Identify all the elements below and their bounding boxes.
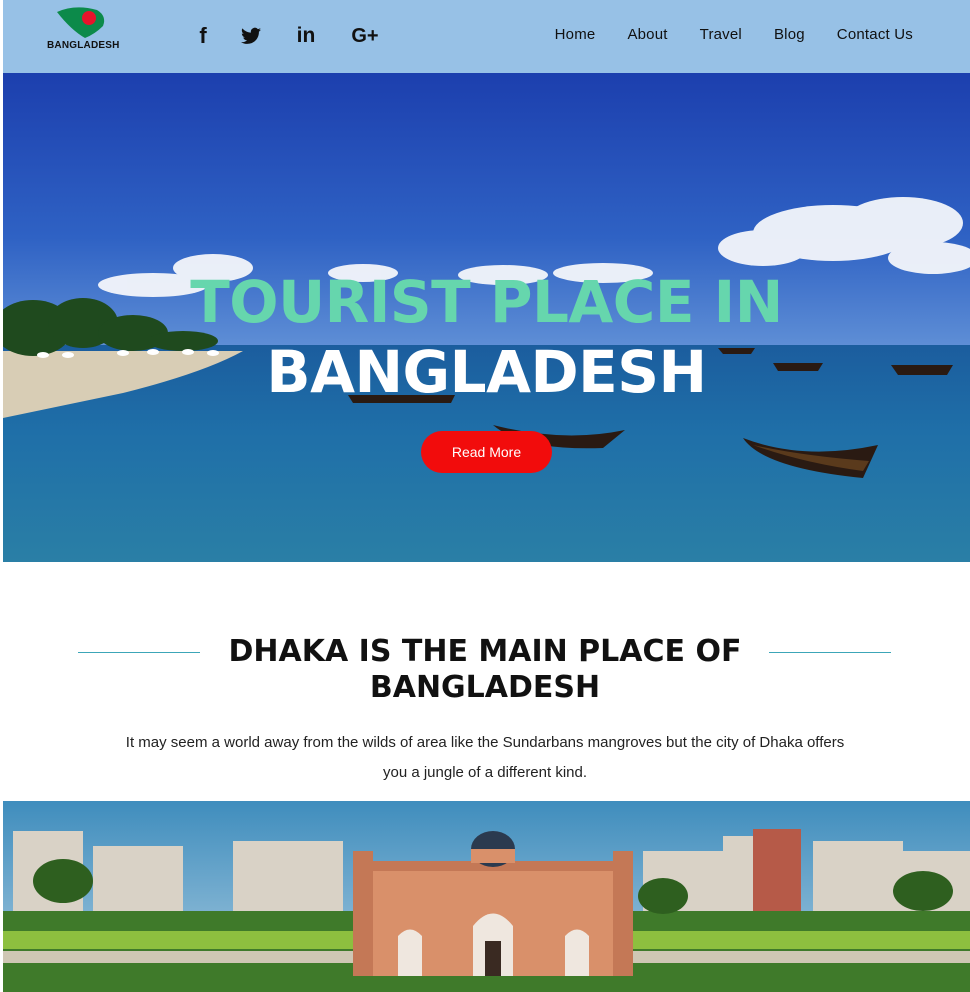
hero-banner: TOURIST PLACE IN BANGLADESH Read More xyxy=(3,73,970,562)
lalbagh-fort-photo xyxy=(3,801,970,992)
facebook-icon[interactable]: f xyxy=(193,22,213,50)
nav-blog[interactable]: Blog xyxy=(774,26,805,43)
google-plus-icon[interactable]: G+ xyxy=(347,22,383,50)
site-header: BANGLADESH f in G+ Home About Travel Blo… xyxy=(3,0,970,73)
linkedin-icon[interactable]: in xyxy=(291,22,321,50)
logo-text: BANGLADESH xyxy=(47,40,120,51)
section-title: DHAKA IS THE MAIN PLACE OF BANGLADESH xyxy=(0,634,970,706)
twitter-icon[interactable] xyxy=(239,22,263,50)
nav-contact-us[interactable]: Contact Us xyxy=(837,26,913,43)
nav-home[interactable]: Home xyxy=(555,26,596,43)
hero-title-line2: BANGLADESH xyxy=(266,338,707,406)
section-title-line2: BANGLADESH xyxy=(369,670,601,705)
nav-travel[interactable]: Travel xyxy=(700,26,742,43)
read-more-button[interactable]: Read More xyxy=(421,431,552,473)
main-nav: Home About Travel Blog Contact Us xyxy=(523,26,913,43)
section-description: It may seem a world away from the wilds … xyxy=(40,728,930,788)
hero-title-line1: TOURIST PLACE IN xyxy=(190,268,783,336)
section-description-line2: you a jungle of a different kind. xyxy=(382,764,588,781)
section-title-line1: DHAKA IS THE MAIN PLACE OF xyxy=(228,634,742,669)
nav-about[interactable]: About xyxy=(627,26,667,43)
section-description-line1: It may seem a world away from the wilds … xyxy=(125,734,845,751)
